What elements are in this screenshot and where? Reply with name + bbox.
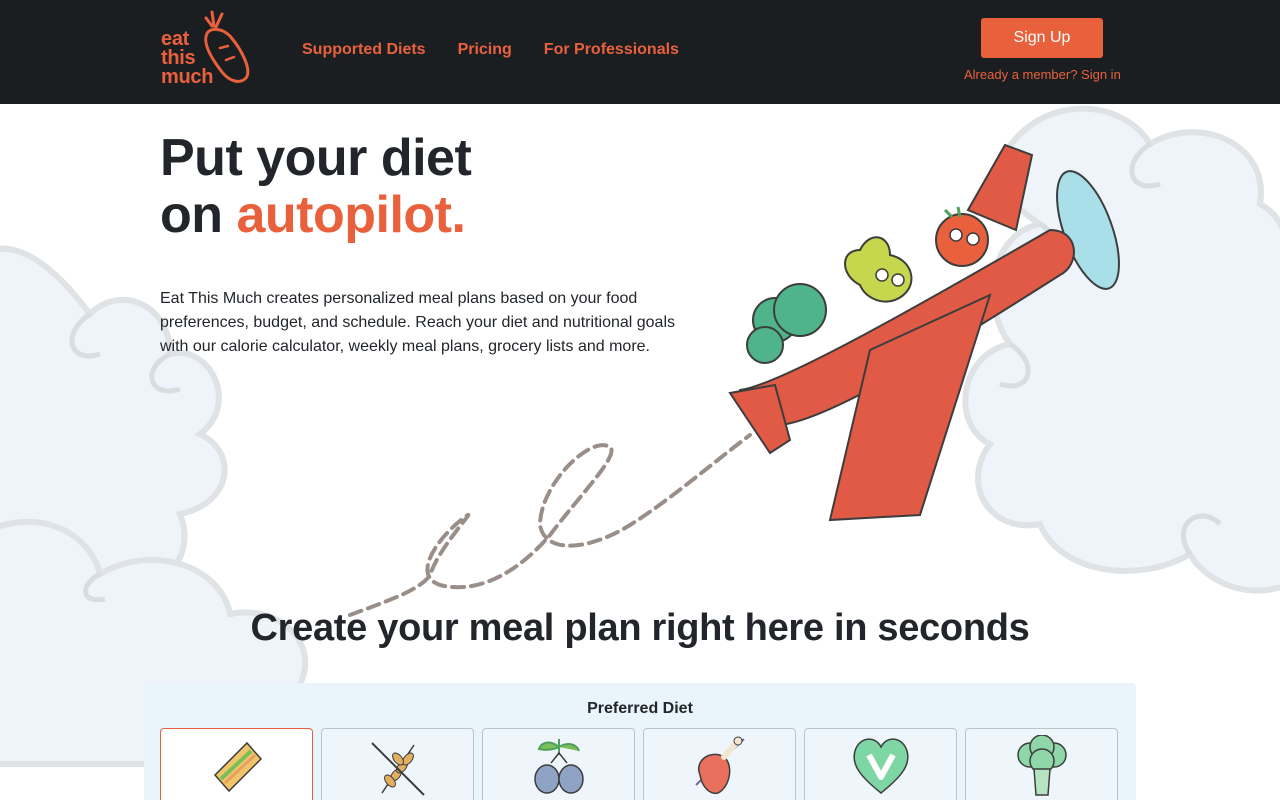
diet-option-mediterranean[interactable] [482,728,635,800]
nav-for-professionals[interactable]: For Professionals [544,40,679,60]
no-grain-icon [371,742,425,796]
hero-title-accent: autopilot. [236,186,466,244]
diet-option-anything[interactable] [160,728,313,800]
main-nav: Supported Diets Pricing For Professional… [302,40,679,60]
diet-option-gluten-free[interactable] [321,728,474,800]
diet-option-vegetarian[interactable] [965,728,1118,800]
nav-supported-diets[interactable]: Supported Diets [302,40,426,60]
nav-pricing[interactable]: Pricing [458,40,512,60]
meal-plan-title: Create your meal plan right here in seco… [250,607,1030,649]
sandwich-icon [213,741,263,793]
airplane-illustration [728,143,1120,522]
meat-icon [695,736,745,795]
airplane-trail-decoration [348,433,752,617]
diet-options [160,728,1118,800]
top-navbar: eat this much Supported Diets Pricing Fo… [0,0,1280,104]
hero-title: Put your diet on autopilot. [160,129,472,244]
broccoli-icon [1017,735,1067,796]
signup-button[interactable]: Sign Up [981,18,1103,58]
meal-plan-form: Preferred Diet [144,683,1136,800]
carrot-logo-icon [204,10,250,83]
hero-description: Eat This Much creates personalized meal … [160,290,676,355]
olives-icon [534,739,584,794]
signin-link[interactable]: Already a member? Sign in [964,67,1124,82]
preferred-diet-label: Preferred Diet [587,700,693,717]
diet-option-paleo[interactable] [643,728,796,800]
diet-option-vegan[interactable] [804,728,957,800]
brand-logo[interactable]: eat this much [160,10,256,90]
vegan-heart-icon [853,738,909,794]
